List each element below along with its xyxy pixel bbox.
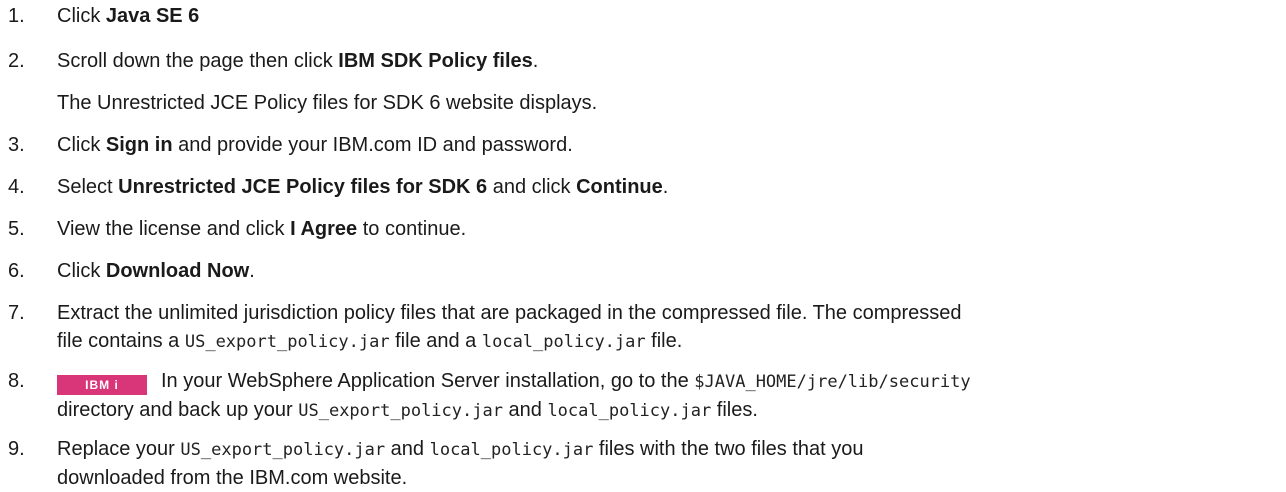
file-name: local_policy.jar (481, 332, 646, 352)
step-text: Extract the unlimited jurisdiction polic… (57, 302, 962, 352)
step-text: Scroll down the page then click IBM SDK … (57, 50, 539, 72)
step-text: View the license and click I Agree to co… (57, 218, 467, 240)
ui-term: Sign in (105, 134, 173, 156)
file-name: US_export_policy.jar (184, 332, 390, 352)
step-text: Click Sign in and provide your IBM.com I… (57, 134, 573, 156)
step-text: Replace your US_export_policy.jar and lo… (57, 438, 864, 489)
file-name: US_export_policy.jar (180, 440, 386, 460)
document: 1. Click Java SE 6 2. Scroll down the pa… (0, 0, 1286, 489)
ui-term: Java SE 6 (105, 5, 200, 27)
step-number: 4. (8, 176, 25, 198)
ui-term: Unrestricted JCE Policy files for SDK 6 (118, 176, 488, 198)
step-number: 7. (8, 302, 25, 324)
ibm-i-platform-badge: IBM i (57, 375, 147, 395)
step-number: 2. (8, 50, 25, 72)
step-text: Click Download Now. (57, 260, 255, 282)
step-result-text: The Unrestricted JCE Policy files for SD… (57, 92, 598, 114)
ui-term: Continue (576, 176, 663, 198)
file-name: local_policy.jar (429, 440, 594, 460)
file-name: local_policy.jar (547, 401, 712, 421)
step-number: 6. (8, 260, 25, 282)
step-number: 1. (8, 5, 25, 27)
step-number: 3. (8, 134, 25, 156)
step-number: 5. (8, 218, 25, 240)
step-number: 9. (8, 438, 25, 460)
file-name: US_export_policy.jar (298, 401, 503, 421)
step-text: Click Java SE 6 (57, 5, 200, 27)
ui-term: I Agree (290, 218, 358, 240)
step-text: Select Unrestricted JCE Policy files for… (57, 176, 669, 198)
step-text: IBM i In your WebSphere Application Serve… (57, 370, 971, 421)
ui-term: IBM SDK Policy files (338, 50, 533, 72)
step-number: 8. (8, 370, 25, 392)
directory-path: $JAVA_HOME/jre/lib/security (694, 372, 971, 392)
ui-term: Download Now (105, 260, 250, 282)
